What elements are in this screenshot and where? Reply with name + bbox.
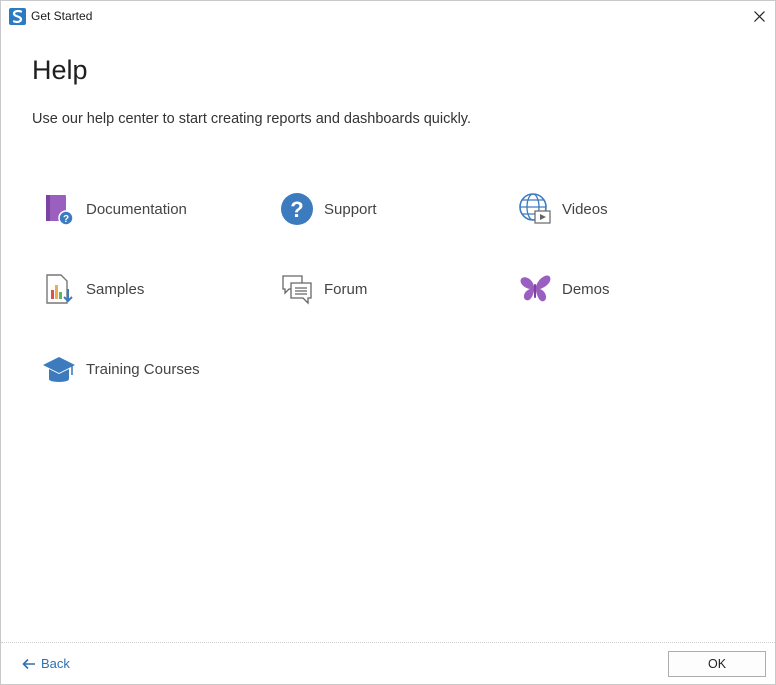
help-item-forum[interactable]: Forum xyxy=(280,269,367,309)
page-title: Help xyxy=(32,55,88,85)
title-bar: Get Started xyxy=(1,1,775,32)
help-item-documentation[interactable]: ? Documentation xyxy=(42,189,187,229)
help-item-label: Support xyxy=(324,200,377,218)
help-item-label: Samples xyxy=(86,280,145,298)
footer-divider xyxy=(1,642,775,643)
back-button-label: Back xyxy=(41,656,70,671)
close-icon xyxy=(753,11,765,22)
graduation-cap-icon xyxy=(43,357,75,382)
dialog-window: Get Started Help Use our help center to … xyxy=(0,0,776,685)
window-title: Get Started xyxy=(31,9,93,23)
chart-document-icon xyxy=(46,274,73,304)
help-item-support[interactable]: ? Support xyxy=(280,189,377,229)
help-item-samples[interactable]: Samples xyxy=(42,269,144,309)
book-question-icon: ? xyxy=(46,195,74,226)
help-item-videos[interactable]: Videos xyxy=(518,189,608,229)
help-item-label: Videos xyxy=(562,200,608,218)
help-item-training-courses[interactable]: Training Courses xyxy=(42,349,200,389)
svg-text:?: ? xyxy=(63,214,69,225)
help-item-demos[interactable]: Demos xyxy=(518,269,610,309)
svg-text:?: ? xyxy=(290,197,303,222)
help-item-label: Forum xyxy=(324,280,368,298)
help-item-label: Training Courses xyxy=(86,360,200,378)
question-circle-icon: ? xyxy=(281,193,313,225)
arrow-left-icon xyxy=(22,658,35,669)
app-logo-icon xyxy=(9,8,26,25)
close-button[interactable] xyxy=(743,1,775,32)
globe-video-icon xyxy=(519,193,551,224)
back-button[interactable]: Back xyxy=(22,656,70,671)
ok-button[interactable]: OK xyxy=(668,651,766,677)
help-item-label: Demos xyxy=(562,280,610,298)
page-subtitle: Use our help center to start creating re… xyxy=(32,111,471,127)
butterfly-icon xyxy=(520,275,551,302)
help-item-label: Documentation xyxy=(86,200,187,218)
chat-bubbles-icon xyxy=(282,275,312,305)
